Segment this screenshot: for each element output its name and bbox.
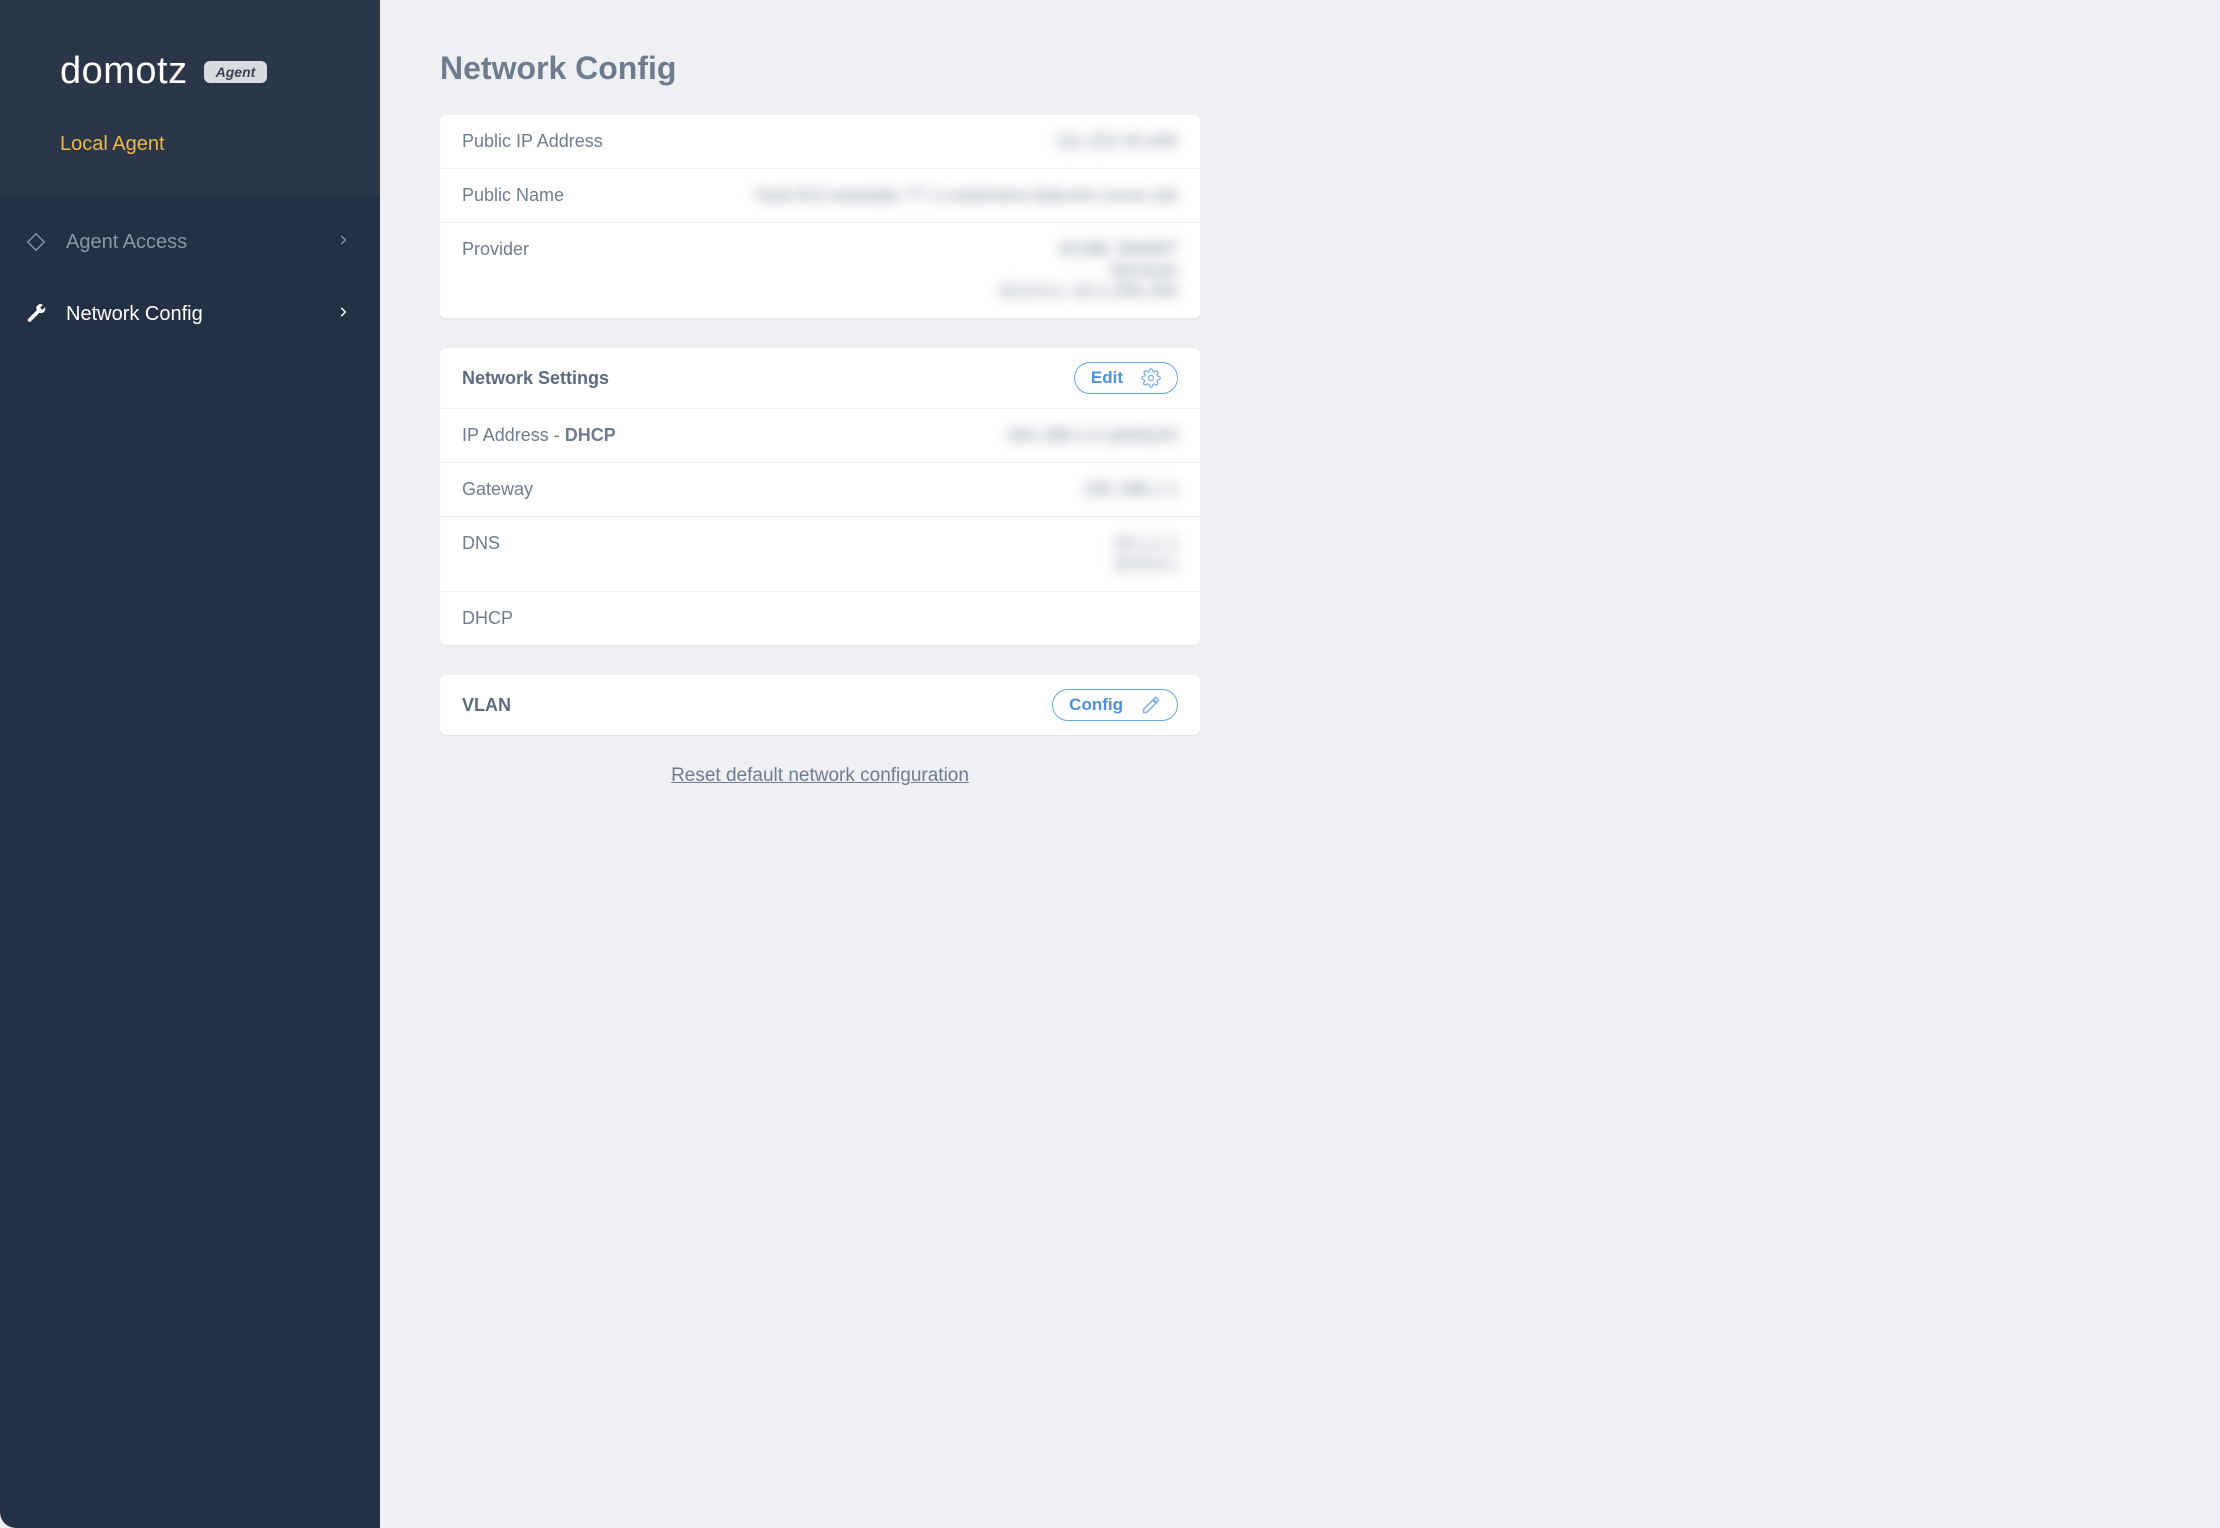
- row-gateway: Gateway 192.168.1.1: [440, 462, 1200, 516]
- diamond-icon: [24, 230, 48, 254]
- row-public-name: Public Name host-012.example-77-1.custom…: [440, 168, 1200, 222]
- row-ip-address: IP Address - DHCP 192.168.1.5 (eth0)/24: [440, 408, 1200, 462]
- row-label-strong: DHCP: [565, 425, 616, 445]
- public-info-card: Public IP Address 111.222.33.444 Public …: [440, 115, 1200, 318]
- row-label: IP Address - DHCP: [462, 425, 616, 446]
- row-dns: DNS 10.1.1.1 10.0.0.1: [440, 516, 1200, 591]
- row-label: Public IP Address: [462, 131, 603, 152]
- config-button[interactable]: Config: [1052, 689, 1178, 721]
- config-button-label: Config: [1069, 695, 1123, 715]
- row-value: 192.168.1.1: [1083, 479, 1178, 500]
- brand-logo: domotz: [60, 50, 188, 93]
- vlan-head: VLAN Config: [440, 675, 1200, 735]
- row-label: Gateway: [462, 479, 533, 500]
- row-label-prefix: IP Address -: [462, 425, 565, 445]
- row-value: 10.1.1.1 10.0.0.1: [1113, 533, 1178, 575]
- main-content: Network Config Public IP Address 111.222…: [380, 0, 2220, 1528]
- page-title: Network Config: [440, 50, 2160, 87]
- vlan-heading: VLAN: [462, 695, 511, 716]
- sidebar-section-label: Local Agent: [60, 133, 165, 155]
- reset-link-wrap: Reset default network configuration: [440, 765, 1200, 787]
- edit-button-label: Edit: [1091, 368, 1123, 388]
- network-settings-head: Network Settings Edit: [440, 348, 1200, 408]
- vlan-card: VLAN Config: [440, 675, 1200, 735]
- sidebar-item-label: Agent Access: [66, 231, 318, 254]
- chevron-right-icon: [336, 305, 350, 324]
- gear-icon: [1141, 368, 1161, 388]
- row-value: 192.168.1.5 (eth0)/24: [1006, 425, 1178, 446]
- row-label: Provider: [462, 239, 529, 260]
- row-provider: Provider ACME SMART Services 10.0.0.1–10…: [440, 222, 1200, 318]
- sidebar-item-network-config[interactable]: Network Config: [0, 278, 380, 350]
- row-value: host-012.example-77-1.customers.telecom-…: [756, 185, 1178, 206]
- sidebar-nav: Agent Access Network Config: [0, 196, 380, 350]
- row-label: DHCP: [462, 608, 513, 629]
- network-settings-heading: Network Settings: [462, 368, 609, 389]
- pencil-icon: [1141, 695, 1161, 715]
- chevron-right-icon: [336, 233, 350, 252]
- row-dhcp: DHCP: [440, 591, 1200, 645]
- wrench-icon: [24, 302, 48, 326]
- sidebar-item-agent-access[interactable]: Agent Access: [0, 206, 380, 278]
- reset-default-link[interactable]: Reset default network configuration: [671, 765, 969, 786]
- row-value: 111.222.33.444: [1056, 131, 1178, 152]
- brand: domotz Agent: [0, 0, 380, 103]
- sidebar-section: Local Agent: [0, 103, 380, 196]
- row-label: Public Name: [462, 185, 564, 206]
- sidebar-item-label: Network Config: [66, 303, 318, 326]
- row-value: ACME SMART Services 10.0.0.1–10.1.255.25…: [998, 239, 1178, 302]
- brand-badge: Agent: [204, 61, 268, 83]
- network-settings-card: Network Settings Edit IP Address - DHCP …: [440, 348, 1200, 645]
- edit-button[interactable]: Edit: [1074, 362, 1178, 394]
- row-label: DNS: [462, 533, 500, 554]
- sidebar: domotz Agent Local Agent Agent Access Ne…: [0, 0, 380, 1528]
- row-public-ip: Public IP Address 111.222.33.444: [440, 115, 1200, 168]
